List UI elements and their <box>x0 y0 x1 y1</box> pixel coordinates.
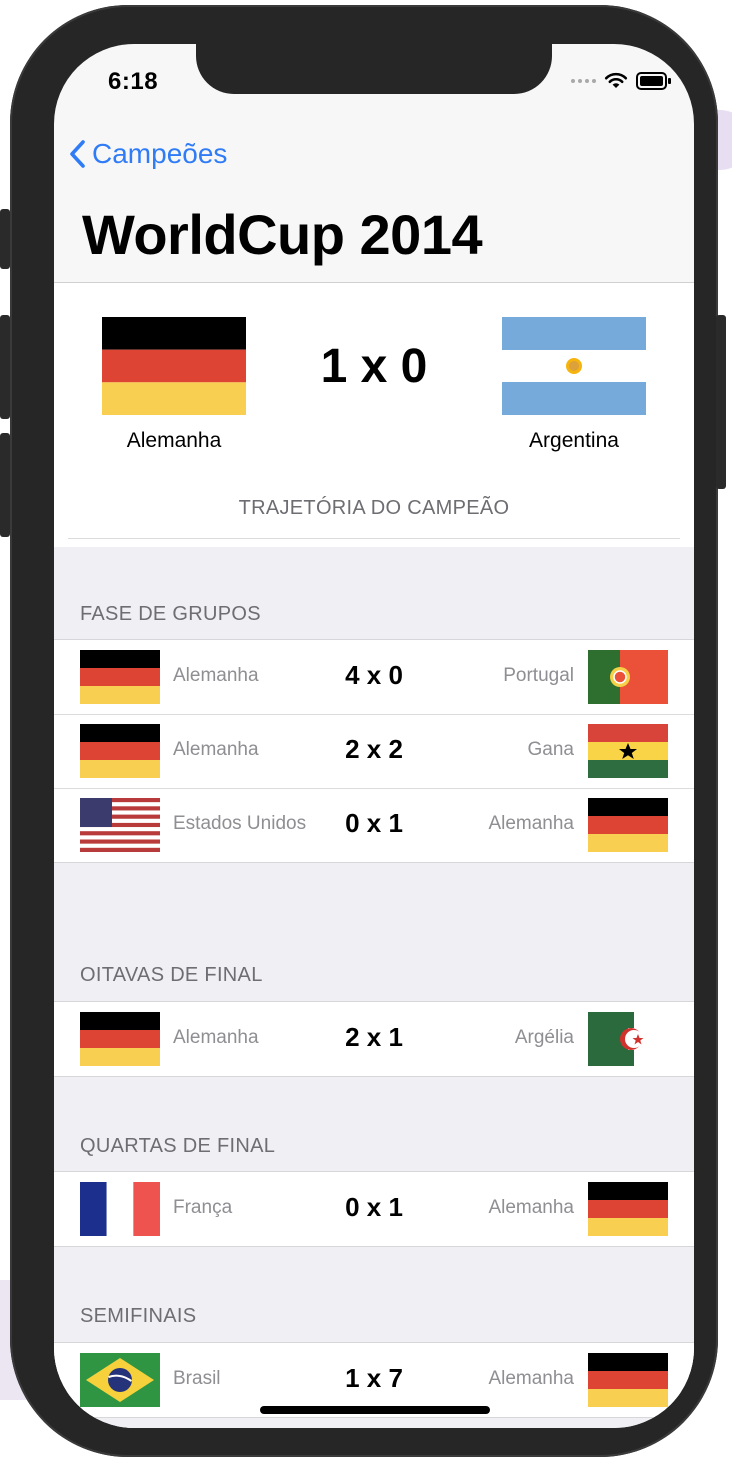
battery-icon <box>636 72 671 90</box>
page-title: WorldCup 2014 <box>82 203 483 266</box>
germany-flag-icon <box>588 1353 668 1407</box>
match-score: 2 x 2 <box>345 734 403 764</box>
final-match-header: Alemanha 1 x 0 Argentina TRAJETÓRIA DO C… <box>54 283 694 547</box>
argentina-flag-icon <box>502 317 646 415</box>
home-team-name: Brasil <box>173 1368 221 1389</box>
away-team-name: Portugal <box>503 665 574 686</box>
germany-flag-icon <box>588 1182 668 1236</box>
germany-flag-icon <box>80 724 160 778</box>
section-header-group-stage: FASE DE GRUPOS <box>80 603 261 625</box>
section-header-semifinals: SEMIFINAIS <box>80 1305 197 1327</box>
match-row[interactable]: França 0 x 1 Alemanha <box>54 1172 694 1246</box>
wifi-icon <box>604 72 628 88</box>
match-score: 0 x 1 <box>345 1192 403 1222</box>
section-quarterfinals: França 0 x 1 Alemanha <box>54 1171 694 1247</box>
away-team-name: Alemanha <box>488 1197 574 1218</box>
final-home-flag <box>102 317 246 415</box>
away-team-name: Gana <box>527 739 574 760</box>
match-row[interactable]: Alemanha 2 x 2 Gana <box>54 714 694 788</box>
final-away-name: Argentina <box>529 429 619 452</box>
match-score: 0 x 1 <box>345 808 403 838</box>
section-round-of-16: Alemanha 2 x 1 Argélia <box>54 1001 694 1077</box>
section-group-stage: Alemanha 4 x 0 Portugal Alemanha 2 x 2 G… <box>54 639 694 863</box>
home-team-name: Alemanha <box>173 739 259 760</box>
brazil-flag-icon <box>80 1353 160 1407</box>
germany-flag-icon <box>80 650 160 704</box>
portugal-flag-icon <box>588 650 668 704</box>
match-score: 2 x 1 <box>345 1022 403 1052</box>
france-flag-icon <box>80 1182 160 1236</box>
away-team-name: Alemanha <box>488 813 574 834</box>
status-time: 6:18 <box>108 68 159 95</box>
final-home-name: Alemanha <box>126 429 222 452</box>
match-score: 1 x 7 <box>345 1363 403 1393</box>
volume-down-button <box>0 433 10 537</box>
home-team-name: Alemanha <box>173 665 259 686</box>
home-team-name: Alemanha <box>173 1027 259 1048</box>
match-row[interactable]: Estados Unidos 0 x 1 Alemanha <box>54 788 694 862</box>
ghana-flag-icon <box>588 724 668 778</box>
content-list[interactable]: Alemanha 1 x 0 Argentina TRAJETÓRIA DO C… <box>54 283 694 1428</box>
home-team-name: Estados Unidos <box>173 813 307 834</box>
germany-flag-icon <box>102 317 246 415</box>
screen: 6:18 Campeões WorldCup 2014 Alemanha 1 x… <box>54 44 694 1428</box>
germany-flag-icon <box>80 1012 160 1066</box>
power-button <box>716 315 726 489</box>
match-score: 4 x 0 <box>345 660 403 690</box>
section-subtitle: TRAJETÓRIA DO CAMPEÃO <box>238 497 510 519</box>
home-team-name: França <box>173 1197 233 1218</box>
mute-switch <box>0 209 10 269</box>
chevron-left-icon <box>70 140 85 168</box>
final-score: 1 x 0 <box>320 340 428 393</box>
cellular-signal-icon <box>571 79 596 83</box>
away-team-name: Alemanha <box>488 1368 574 1389</box>
algeria-flag-icon <box>588 1012 668 1066</box>
divider <box>68 538 680 539</box>
away-team-name: Argélia <box>514 1027 574 1048</box>
usa-flag-icon <box>80 798 160 852</box>
device-frame: 6:18 Campeões WorldCup 2014 Alemanha 1 x… <box>0 5 726 1457</box>
notch <box>196 44 552 94</box>
back-button[interactable]: Campeões <box>68 138 227 170</box>
volume-up-button <box>0 315 10 419</box>
match-row[interactable]: Alemanha 4 x 0 Portugal <box>54 640 694 714</box>
back-button-label: Campeões <box>92 138 228 169</box>
status-indicators <box>571 72 672 90</box>
match-row[interactable]: Alemanha 2 x 1 Argélia <box>54 1002 694 1076</box>
section-header-round-of-16: OITAVAS DE FINAL <box>80 964 263 986</box>
home-indicator[interactable] <box>260 1406 490 1414</box>
germany-flag-icon <box>588 798 668 852</box>
final-away-flag <box>502 317 646 415</box>
section-header-quarterfinals: QUARTAS DE FINAL <box>80 1135 276 1157</box>
